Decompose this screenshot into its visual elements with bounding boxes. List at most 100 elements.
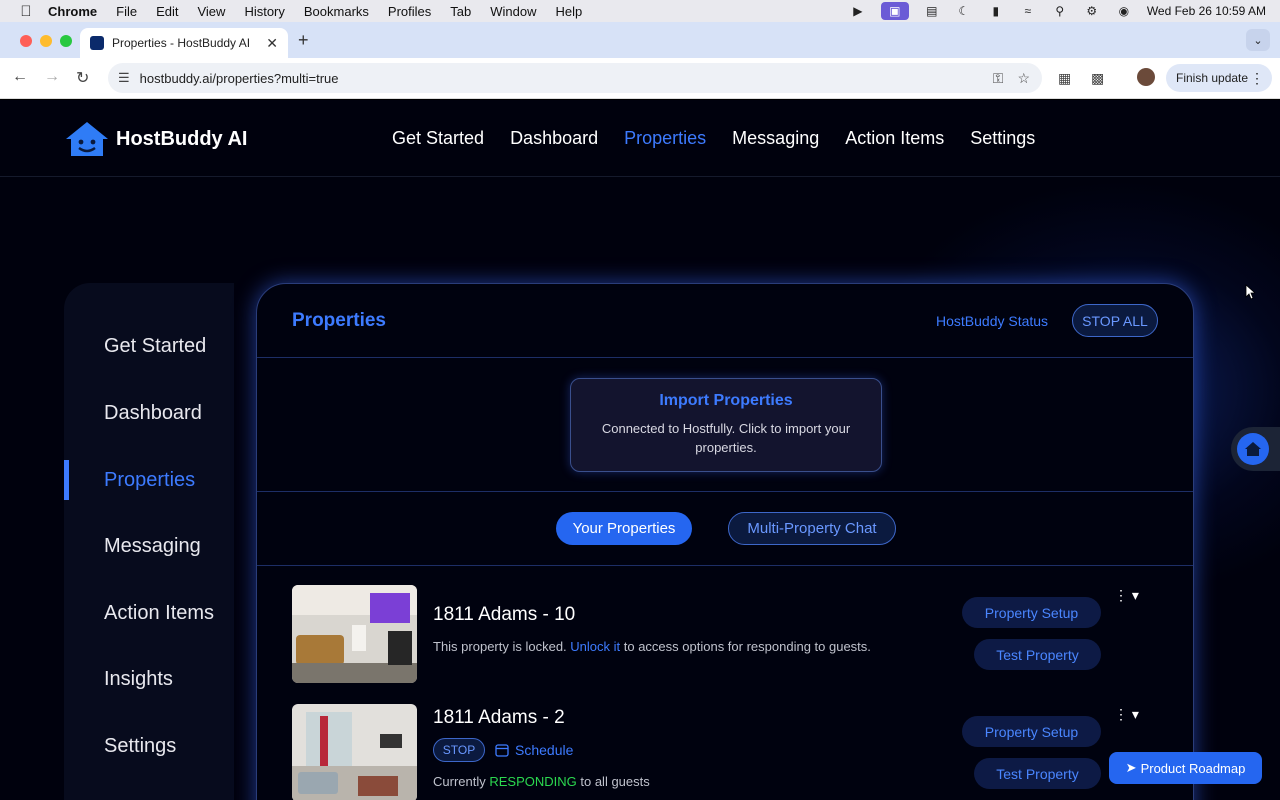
reload-icon[interactable]: ↻ xyxy=(76,68,89,88)
new-tab-icon[interactable]: + xyxy=(298,30,309,51)
address-bar[interactable]: ☰ hostbuddy.ai/properties?multi=true ⚿ ☆ xyxy=(108,63,1042,93)
battery-icon[interactable]: ▮ xyxy=(987,4,1005,18)
finish-update-label: Finish update xyxy=(1176,71,1249,85)
nav-properties[interactable]: Properties xyxy=(624,128,706,149)
menu-bookmarks[interactable]: Bookmarks xyxy=(304,4,369,19)
page-content: HostBuddy AI Get Started Dashboard Prope… xyxy=(0,100,1280,800)
import-properties-card[interactable]: Import Properties Connected to Hostfully… xyxy=(570,378,882,472)
site-settings-icon[interactable]: ☰ xyxy=(118,70,130,86)
test-property-button[interactable]: Test Property xyxy=(974,758,1101,789)
hostbuddy-status-label: HostBuddy Status xyxy=(936,313,1049,329)
unlock-link[interactable]: Unlock it xyxy=(570,639,620,654)
floating-assistant-tab[interactable] xyxy=(1231,427,1280,471)
tab-multi-property-chat[interactable]: Multi-Property Chat xyxy=(728,512,896,545)
key-icon[interactable]: ⚿ xyxy=(993,70,1004,87)
play-icon[interactable]: ▶ xyxy=(849,4,867,18)
assistant-house-icon xyxy=(1237,433,1269,465)
stop-all-button[interactable]: STOP ALL xyxy=(1072,304,1158,337)
browser-tab-active[interactable]: Properties - HostBuddy AI ✕ xyxy=(80,28,288,58)
wifi-icon[interactable]: ≈ xyxy=(1019,4,1037,18)
status-responding: RESPONDING xyxy=(489,774,577,789)
house-logo-icon xyxy=(66,122,108,156)
favicon-icon xyxy=(90,36,104,50)
locked-text-end: to access options for responding to gues… xyxy=(620,639,871,654)
menu-app-name[interactable]: Chrome xyxy=(48,4,97,19)
locked-text: This property is locked. xyxy=(433,639,571,654)
menu-edit[interactable]: Edit xyxy=(156,4,178,19)
tabs-divider xyxy=(257,565,1193,566)
url-text[interactable]: hostbuddy.ai/properties?multi=true xyxy=(140,71,339,86)
tab-your-properties[interactable]: Your Properties xyxy=(556,512,692,545)
mouse-cursor-icon xyxy=(1245,284,1255,300)
nav-settings[interactable]: Settings xyxy=(970,128,1035,149)
nav-get-started[interactable]: Get Started xyxy=(392,128,484,149)
menu-window[interactable]: Window xyxy=(490,4,536,19)
property-setup-button[interactable]: Property Setup xyxy=(962,597,1101,628)
sidebar-item-dashboard[interactable]: Dashboard xyxy=(104,402,202,425)
tab-search-chevron-icon[interactable]: ⌄ xyxy=(1246,29,1270,51)
page-title: Properties xyxy=(292,310,386,331)
properties-panel: Properties HostBuddy Status STOP ALL Imp… xyxy=(256,283,1194,800)
more-options-icon[interactable]: ⋮ ▾ xyxy=(1114,587,1139,604)
import-title: Import Properties xyxy=(659,392,793,409)
property-stop-button[interactable]: STOP xyxy=(433,738,485,762)
sidebar-item-insights[interactable]: Insights xyxy=(104,668,173,691)
menu-profiles[interactable]: Profiles xyxy=(388,4,431,19)
property-name: 1811 Adams - 10 xyxy=(433,604,576,625)
nav-dashboard[interactable]: Dashboard xyxy=(510,128,598,149)
sidebar-item-settings[interactable]: Settings xyxy=(104,735,176,758)
sidebar-item-get-started[interactable]: Get Started xyxy=(104,335,206,358)
back-arrow-icon[interactable]: ← xyxy=(12,68,28,86)
nav-messaging[interactable]: Messaging xyxy=(732,128,819,149)
profile-avatar[interactable] xyxy=(1137,68,1155,86)
tab-title: Properties - HostBuddy AI xyxy=(112,36,251,50)
extension-icon[interactable]: ▦ xyxy=(1058,70,1071,87)
search-icon[interactable]: ⚲ xyxy=(1051,4,1069,18)
apple-icon[interactable]:  xyxy=(18,3,34,20)
product-roadmap-button[interactable]: ➤ Product Roadmap xyxy=(1109,752,1262,784)
moon-icon[interactable]: ☾ xyxy=(955,4,973,18)
nav-action-items[interactable]: Action Items xyxy=(845,128,944,149)
status-prefix: Currently xyxy=(433,774,490,789)
sidebar-item-properties[interactable]: Properties xyxy=(104,469,195,492)
property-name: 1811 Adams - 2 xyxy=(433,707,565,728)
menu-datetime[interactable]: Wed Feb 26 10:59 AM xyxy=(1147,4,1266,18)
maximize-window-button[interactable] xyxy=(60,35,72,47)
logo-text: HostBuddy AI xyxy=(116,127,248,150)
schedule-button[interactable]: Schedule xyxy=(495,742,573,758)
site-header: HostBuddy AI Get Started Dashboard Prope… xyxy=(0,100,1280,177)
macos-menu-bar:  Chrome File Edit View History Bookmark… xyxy=(0,0,1280,22)
finish-update-button[interactable]: Finish update ⋮ xyxy=(1166,64,1272,92)
property-thumbnail[interactable] xyxy=(292,585,417,683)
menu-tab[interactable]: Tab xyxy=(450,4,471,19)
minimize-window-button[interactable] xyxy=(40,35,52,47)
more-options-icon[interactable]: ⋮ ▾ xyxy=(1114,706,1139,723)
rocket-icon: ➤ xyxy=(1125,760,1137,775)
product-roadmap-label: Product Roadmap xyxy=(1140,760,1246,776)
close-window-button[interactable] xyxy=(20,35,32,47)
browser-tab-strip: Properties - HostBuddy AI ✕ + ⌄ xyxy=(0,22,1280,58)
close-tab-icon[interactable]: ✕ xyxy=(266,35,278,52)
display-icon[interactable]: ▤ xyxy=(923,4,941,18)
puzzle-icon[interactable]: ▩ xyxy=(1091,70,1104,87)
import-divider xyxy=(257,491,1193,492)
test-property-button[interactable]: Test Property xyxy=(974,639,1101,670)
property-locked-message: This property is locked. Unlock it to ac… xyxy=(433,639,871,654)
sidebar-item-messaging[interactable]: Messaging xyxy=(104,535,201,558)
control-center-icon[interactable]: ⚙ xyxy=(1083,4,1101,18)
property-status-message: Currently RESPONDING to all guests xyxy=(433,774,650,789)
menu-history[interactable]: History xyxy=(244,4,284,19)
schedule-label: Schedule xyxy=(515,742,574,758)
menu-file[interactable]: File xyxy=(116,4,137,19)
site-logo[interactable]: HostBuddy AI xyxy=(64,120,247,158)
property-setup-button[interactable]: Property Setup xyxy=(962,716,1101,747)
sidebar-item-action-items[interactable]: Action Items xyxy=(104,602,214,625)
screen-share-icon[interactable]: ▣ xyxy=(880,2,909,20)
forward-arrow-icon[interactable]: → xyxy=(44,68,60,86)
more-vert-icon[interactable]: ⋮ xyxy=(1250,70,1264,87)
bookmark-star-icon[interactable]: ☆ xyxy=(1017,70,1030,87)
menu-help[interactable]: Help xyxy=(556,4,583,19)
property-thumbnail[interactable] xyxy=(292,704,417,800)
siri-icon[interactable]: ◉ xyxy=(1115,4,1133,18)
menu-view[interactable]: View xyxy=(197,4,225,19)
